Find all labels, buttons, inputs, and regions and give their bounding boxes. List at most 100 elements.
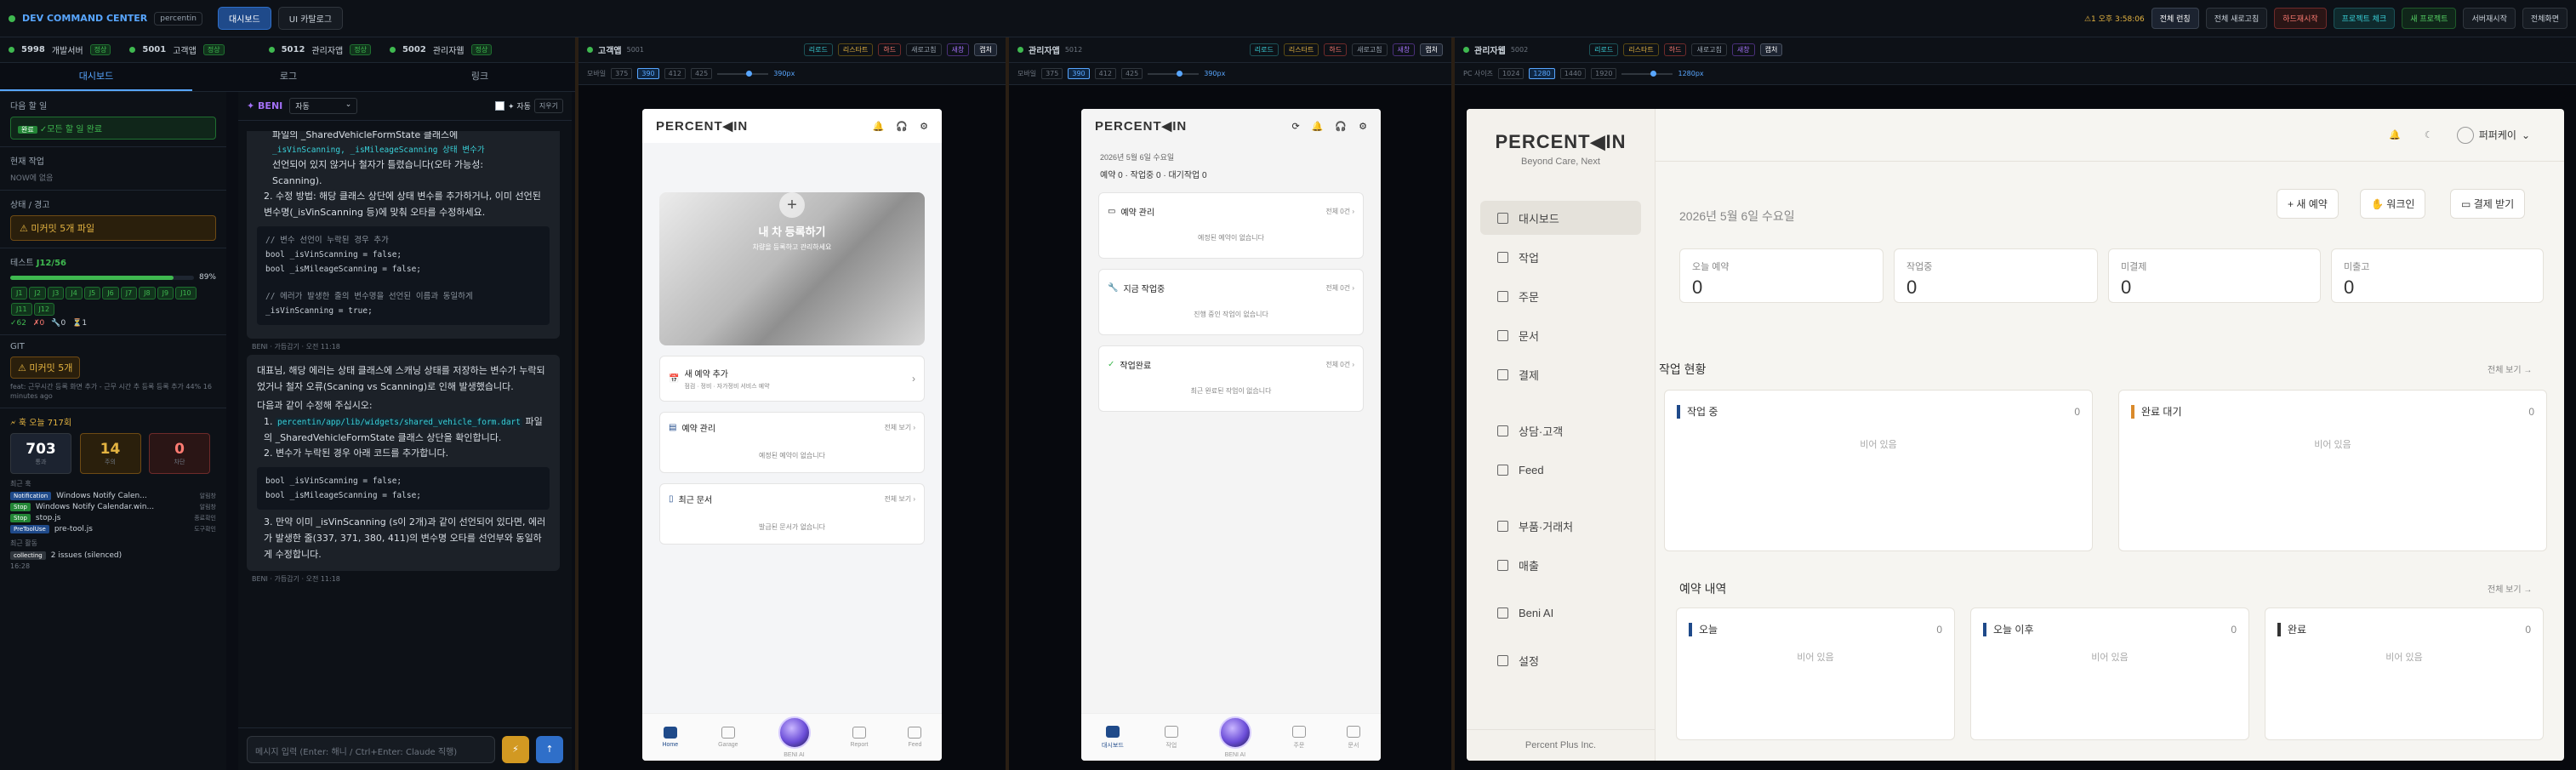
view-all-link[interactable]: 전체 보기 ›: [884, 494, 915, 504]
view-all-link[interactable]: 전체 0건 ›: [1325, 360, 1354, 369]
nav-settings[interactable]: 설정: [1480, 643, 1641, 677]
test-chip[interactable]: J10: [175, 287, 197, 299]
viewport-slider[interactable]: [717, 70, 769, 77]
new-reservation-card[interactable]: 📅 새 예약 추가 점검 · 정비 · 자가정비 서비스 예약 ›: [659, 356, 925, 402]
server-restart-button[interactable]: 서버재시작: [2463, 8, 2516, 29]
reload-button[interactable]: 리로드: [1589, 43, 1619, 56]
tab-links[interactable]: 링크: [385, 63, 575, 91]
reload-button[interactable]: 리로드: [803, 43, 833, 56]
capture-button[interactable]: 캡처: [1759, 43, 1783, 56]
viewport-option[interactable]: 425: [1120, 68, 1143, 79]
viewport-option[interactable]: 412: [1094, 68, 1116, 79]
register-car-hero[interactable]: + 내 차 등록하기 차량을 등록하고 관리하세요: [659, 192, 925, 345]
tab-work[interactable]: 작업: [1164, 725, 1178, 750]
auto-checkbox[interactable]: [494, 101, 504, 111]
tab-ui-catalog[interactable]: UI 카탈로그: [277, 7, 344, 30]
restart-button[interactable]: 리스타트: [1623, 43, 1659, 56]
viewport-option[interactable]: 412: [664, 68, 686, 79]
new-reservation-button[interactable]: + 새 예약: [2277, 189, 2339, 219]
hook-row[interactable]: Stop stop.js 종료확인: [10, 514, 216, 523]
viewport-option[interactable]: 375: [1041, 68, 1063, 79]
viewport-option[interactable]: 390: [1068, 68, 1090, 79]
clear-chat-button[interactable]: 지우기: [533, 99, 563, 113]
test-chip[interactable]: J2: [29, 287, 46, 299]
test-chip[interactable]: J7: [120, 287, 138, 299]
refresh-all-button[interactable]: 전체 새로고침: [2205, 8, 2268, 29]
tab-dashboard[interactable]: 대시보드: [1102, 725, 1124, 750]
new-window-button[interactable]: 새창: [1392, 43, 1416, 56]
hard-restart-button[interactable]: 하드재시작: [2274, 8, 2327, 29]
viewport-option[interactable]: 390: [637, 68, 659, 79]
tab-beni-ai[interactable]: BENI AI: [778, 716, 811, 758]
viewport-slider[interactable]: [1148, 70, 1200, 77]
bell-icon[interactable]: 🔔: [873, 121, 885, 132]
headset-icon[interactable]: 🎧: [896, 121, 908, 132]
view-all-link[interactable]: 전체 보기 →: [2488, 362, 2532, 375]
viewport-option[interactable]: 1920: [1591, 68, 1617, 79]
send-button[interactable]: ↑: [536, 735, 563, 763]
new-window-button[interactable]: 새창: [946, 43, 970, 56]
hook-row[interactable]: PreToolUse pre-tool.js 도구확인: [10, 525, 216, 534]
viewport-option[interactable]: 425: [690, 68, 713, 79]
tab-docs[interactable]: 문서: [1346, 725, 1360, 750]
capture-button[interactable]: 캡처: [974, 43, 997, 56]
tab-orders[interactable]: 주문: [1291, 725, 1306, 750]
refresh-icon[interactable]: ⟳: [1292, 121, 1300, 132]
new-window-button[interactable]: 새창: [1731, 43, 1755, 56]
model-select[interactable]: 자동 ⌄: [289, 98, 358, 114]
test-chip[interactable]: J12: [33, 303, 55, 316]
nav-sales[interactable]: 매출: [1480, 548, 1641, 582]
refresh-button[interactable]: 새로고침: [906, 43, 942, 56]
uncommitted-warning[interactable]: ⚠ 미커밋 5개 파일: [10, 215, 216, 241]
nav-orders[interactable]: 주문: [1480, 279, 1641, 313]
nav-beni-ai[interactable]: Beni AI: [1480, 596, 1641, 630]
tab-garage[interactable]: Garage: [718, 727, 738, 748]
nav-docs[interactable]: 문서: [1480, 318, 1641, 352]
test-chip[interactable]: J11: [11, 303, 32, 316]
bell-icon[interactable]: 🔔: [1312, 121, 1324, 132]
receive-payment-button[interactable]: ▭ 결제 받기: [2450, 189, 2526, 219]
viewport-option[interactable]: 1280: [1529, 68, 1555, 79]
restart-button[interactable]: 리스타트: [837, 43, 874, 56]
view-all-link[interactable]: 전체 0건 ›: [1325, 283, 1354, 293]
nav-consult[interactable]: 상담·고객: [1480, 414, 1641, 448]
test-chip[interactable]: J9: [157, 287, 174, 299]
view-all-link[interactable]: 전체 보기 ›: [884, 423, 915, 432]
refresh-button[interactable]: 새로고침: [1352, 43, 1388, 56]
nav-work[interactable]: 작업: [1480, 240, 1641, 274]
tab-dashboard-panel[interactable]: 대시보드: [0, 63, 192, 91]
capture-button[interactable]: 캡처: [1420, 43, 1443, 56]
test-chip[interactable]: J6: [102, 287, 119, 299]
viewport-slider[interactable]: [1621, 70, 1673, 77]
moon-icon[interactable]: ☾: [2425, 129, 2433, 140]
bell-icon[interactable]: 🔔: [2389, 129, 2401, 140]
gear-icon[interactable]: ⚙: [920, 121, 928, 132]
viewport-option[interactable]: 1024: [1498, 68, 1525, 79]
restart-button[interactable]: 리스타트: [1283, 43, 1319, 56]
viewport-option[interactable]: 375: [611, 68, 633, 79]
refresh-button[interactable]: 새로고침: [1691, 43, 1727, 56]
hard-button[interactable]: 하드: [878, 43, 902, 56]
headset-icon[interactable]: 🎧: [1335, 121, 1347, 132]
viewport-option[interactable]: 1440: [1559, 68, 1587, 79]
fullscreen-button[interactable]: 전체화면: [2522, 8, 2567, 29]
user-menu[interactable]: 퍼퍼케이 ⌄: [2456, 126, 2530, 144]
nav-feed[interactable]: Feed: [1480, 453, 1641, 487]
test-chip[interactable]: J3: [47, 287, 65, 299]
tab-beni-ai[interactable]: BENI AI: [1218, 716, 1251, 758]
launch-all-button[interactable]: 전체 런칭: [2151, 8, 2199, 29]
gear-icon[interactable]: ⚙: [1359, 121, 1367, 132]
view-all-link[interactable]: 전체 보기 →: [2488, 582, 2532, 595]
chat-input[interactable]: 메시지 입력 (Enter: 해니 / Ctrl+Enter: Claude 직…: [247, 735, 495, 763]
hook-row[interactable]: Stop Windows Notify Calendar.win... 알림창: [10, 503, 216, 512]
git-warning[interactable]: ⚠ 미커밋 5개: [10, 356, 81, 379]
nav-payments[interactable]: 결제: [1480, 357, 1641, 391]
project-check-button[interactable]: 프로젝트 체크: [2333, 8, 2396, 29]
tab-feed[interactable]: Feed: [908, 727, 922, 748]
reload-button[interactable]: 리로드: [1249, 43, 1279, 56]
hard-button[interactable]: 하드: [1324, 43, 1348, 56]
walk-in-button[interactable]: ✋ 워크인: [2360, 189, 2426, 219]
tab-dashboard[interactable]: 대시보드: [217, 7, 271, 30]
view-all-link[interactable]: 전체 0건 ›: [1325, 207, 1354, 216]
test-chip[interactable]: J1: [11, 287, 28, 299]
